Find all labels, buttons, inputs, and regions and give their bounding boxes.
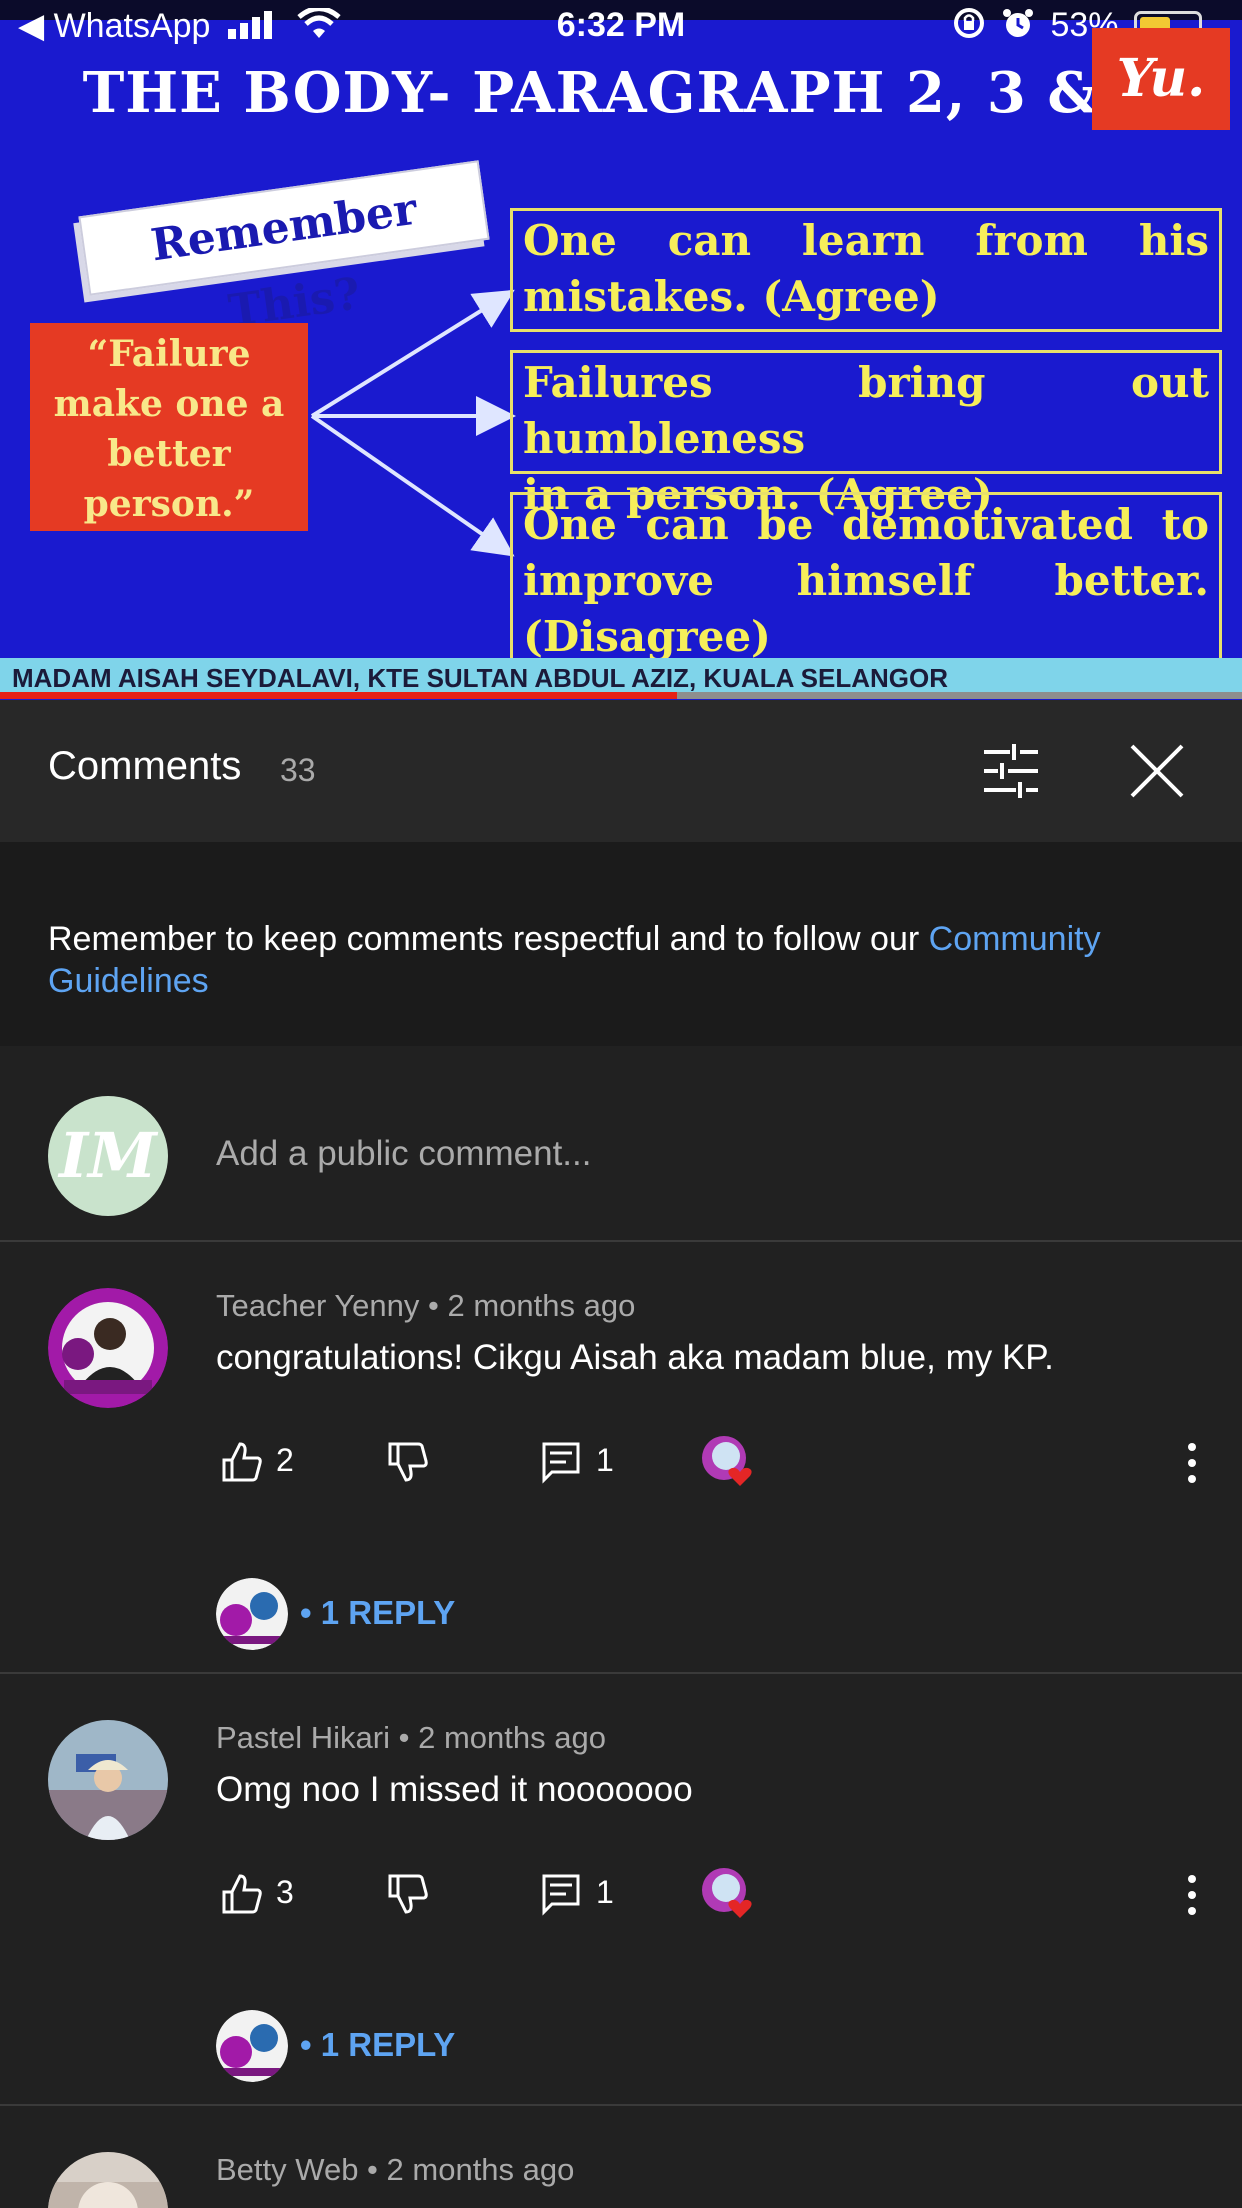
comment-item: Betty Web • 2 months ago	[0, 2106, 1242, 2208]
comments-count: 33	[280, 752, 316, 788]
point-line: mistakes. (Agree)	[523, 272, 940, 321]
arrow-to-point-1	[310, 289, 515, 418]
channel-logo-text: Yu.	[1116, 48, 1206, 109]
channel-logo: Yu.	[1092, 28, 1230, 130]
remember-label: Remember This?	[78, 160, 490, 337]
arrow-to-point-3	[310, 414, 515, 557]
reply-avatar-image	[216, 1578, 288, 1650]
creator-heart-icon	[702, 1868, 752, 1918]
more-options-button[interactable]	[1182, 1870, 1202, 1920]
close-comments-button[interactable]	[1126, 740, 1188, 802]
community-guidelines-notice: Remember to keep comments respectful and…	[0, 842, 1242, 1046]
point-box-2: Failures bring out humbleness in a perso…	[510, 350, 1222, 519]
point-box-1: One can learn from his mistakes. (Agree)	[510, 208, 1222, 332]
avatar[interactable]	[48, 1288, 168, 1408]
comment-author[interactable]: Betty Web	[216, 2152, 358, 2187]
comment-text: Omg noo I missed it nooooooo	[216, 1770, 693, 1809]
like-button-icon[interactable]	[220, 1872, 264, 1916]
reply-count: 1	[596, 1874, 614, 1910]
like-button-icon[interactable]	[220, 1440, 264, 1484]
video-player[interactable]: ◀ WhatsApp 6:32 PM 53% THE BODY- PARAGRA…	[0, 0, 1242, 700]
comment-time: 2 months ago	[386, 2152, 575, 2187]
comment-author[interactable]: Pastel Hikari	[216, 1720, 390, 1755]
arrows-diagram	[310, 289, 516, 557]
avatar[interactable]	[48, 2152, 168, 2208]
add-comment-row: IM	[0, 1046, 1242, 1242]
comments-title: Comments	[48, 744, 242, 788]
comment-time: 2 months ago	[418, 1720, 606, 1755]
slide-title: THE BODY- PARAGRAPH 2, 3 & 4	[82, 60, 1160, 126]
dislike-button-icon[interactable]	[386, 1872, 430, 1916]
point-line: (Disagree)	[523, 612, 771, 661]
avatar[interactable]: IM	[48, 1096, 168, 1216]
reply-count: 1	[596, 1442, 614, 1478]
alarm-icon	[1001, 6, 1035, 49]
point-line: improve himself better.	[523, 556, 1209, 605]
reply-button-icon[interactable]	[540, 1440, 584, 1484]
comments-header: Comments 33	[0, 700, 1242, 842]
more-vert-icon	[1188, 1443, 1196, 1483]
avatar-image	[48, 2152, 168, 2208]
rotation-lock-icon	[952, 6, 986, 49]
guidelines-text: Remember to keep comments respectful and…	[48, 920, 929, 958]
avatar-initials: IM	[59, 1119, 157, 1192]
sliders-icon	[984, 744, 1038, 798]
quote-line: “Failure	[87, 333, 251, 375]
close-icon	[1130, 744, 1184, 798]
avatar-image	[48, 1720, 168, 1840]
comment-item: Pastel Hikari • 2 months ago Omg noo I m…	[0, 1674, 1242, 2106]
comment-item: Teacher Yenny • 2 months ago congratulat…	[0, 1242, 1242, 1674]
sort-filter-button[interactable]	[980, 740, 1042, 802]
creator-heart-icon	[702, 1436, 752, 1486]
reply-button-icon[interactable]	[540, 1872, 584, 1916]
comment-meta: Teacher Yenny • 2 months ago	[216, 1288, 636, 1323]
comment-author[interactable]: Teacher Yenny	[216, 1288, 419, 1323]
comment-time: 2 months ago	[447, 1288, 636, 1323]
dislike-button-icon[interactable]	[386, 1440, 430, 1484]
like-count: 2	[276, 1442, 294, 1478]
progress-fill[interactable]	[0, 692, 677, 699]
view-replies-link[interactable]: • 1 REPLY	[300, 1594, 455, 1632]
add-comment-input[interactable]	[216, 1134, 1116, 1174]
comment-meta: Betty Web • 2 months ago	[216, 2152, 575, 2187]
more-options-button[interactable]	[1182, 1438, 1202, 1488]
view-replies-link[interactable]: • 1 REPLY	[300, 2026, 455, 2064]
comment-meta: Pastel Hikari • 2 months ago	[216, 1720, 606, 1755]
comment-text: congratulations! Cikgu Aisah aka madam b…	[216, 1338, 1054, 1377]
point-line: One can be demotivated to	[523, 500, 1209, 549]
quote-line: person.”	[83, 483, 255, 525]
quote-box: “Failure make one a better person.”	[30, 323, 308, 531]
avatar[interactable]	[48, 1720, 168, 1840]
quote-line: better	[107, 433, 231, 475]
point-line: One can learn from his	[523, 216, 1209, 265]
reply-avatar	[216, 2010, 288, 2082]
avatar-image	[48, 1288, 168, 1408]
reply-avatar	[216, 1578, 288, 1650]
like-count: 3	[276, 1874, 294, 1910]
reply-avatar-image	[216, 2010, 288, 2082]
more-vert-icon	[1188, 1875, 1196, 1915]
point-line: Failures bring out humbleness	[523, 358, 1209, 463]
quote-line: make one a	[53, 383, 285, 425]
